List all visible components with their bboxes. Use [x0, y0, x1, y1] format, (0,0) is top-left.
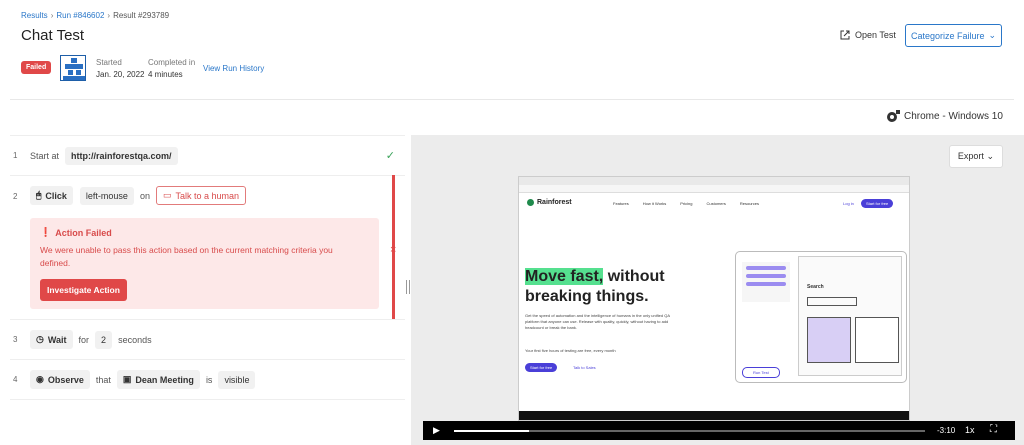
site-nav: Features How it Works Pricing Customers Reso… [613, 201, 759, 206]
divider [10, 99, 1014, 100]
observe-element: ▣ Dean Meeting [116, 370, 200, 389]
video-controls: ▶ -3:10 1x ⛶ [423, 421, 1015, 440]
step-row[interactable]: 2 🖱 Click left-mouse on ▭ Talk to a human … [10, 176, 405, 320]
left-mouse-value: left-mouse [79, 186, 134, 205]
alert-icon: ❗ [40, 227, 52, 237]
wait-value: 2 [95, 330, 113, 349]
fullscreen-icon[interactable]: ⛶ [990, 424, 997, 435]
chevron-down-icon: ⌄ [986, 151, 994, 161]
view-run-history-link[interactable]: View Run History [203, 64, 264, 73]
failure-title: ❗ Action Failed [40, 227, 112, 238]
video-progress-fill [454, 430, 530, 432]
investigate-action-button[interactable]: Investigate Action [40, 279, 127, 301]
failed-step-indicator [392, 175, 395, 319]
play-icon[interactable]: ▶ [433, 425, 440, 436]
site-illustration: Search Run Test [735, 251, 907, 383]
browser-tabs [519, 177, 909, 185]
eye-icon: ◉ [36, 374, 44, 384]
step-row[interactable]: 4 ◉ Observe that ▣ Dean Meeting is visible [10, 360, 405, 400]
completed: Completed in 4 minutes [148, 58, 196, 79]
browser-label: Chrome - Windows 10 [886, 110, 1003, 123]
header: Results › Run #846602 › Result #293789 Chat … [0, 0, 1024, 122]
chrome-icon [887, 110, 900, 122]
video-progress-bar[interactable] [454, 430, 925, 432]
click-action: 🖱 Click [30, 186, 73, 205]
avatar [60, 55, 86, 81]
image-icon: ▭ [162, 190, 172, 200]
step-row[interactable]: 1 Start at http://rainforestqa.com/ ✓ [10, 136, 405, 176]
taskbar [519, 411, 909, 420]
open-test-button[interactable]: Open Test [840, 30, 896, 40]
visible-state: visible [218, 370, 256, 389]
export-button[interactable]: Export ⌄ [948, 145, 1003, 168]
page-title: Chat Test [21, 27, 85, 44]
wait-action: ◷ Wait [30, 330, 73, 349]
failure-message: We were unable to pass this action based… [40, 245, 333, 268]
clock-icon: ◷ [36, 334, 44, 344]
time-remaining: -3:10 [937, 426, 956, 435]
external-link-icon [840, 30, 850, 40]
observe-action: ◉ Observe [30, 370, 90, 389]
playback-speed[interactable]: 1x [965, 425, 975, 435]
browser-address-bar [519, 185, 909, 193]
breadcrumb: Results › Run #846602 › Result #293789 [21, 11, 170, 20]
breadcrumb-run[interactable]: Run #846602 [56, 11, 104, 20]
breadcrumb-result: Result #293789 [113, 11, 170, 20]
screenshot-frame: Rainforest Features How it Works Pricing Cu… [518, 176, 910, 421]
failure-box: ❗ Action Failed We were unable to pass th… [30, 218, 379, 309]
steps-panel: 1 Start at http://rainforestqa.com/ ✓ 2 … [10, 135, 405, 445]
url-value: http://rainforestqa.com/ [65, 146, 178, 165]
target-element[interactable]: ▭ Talk to a human [155, 186, 247, 205]
mouse-icon: 🖱 [36, 190, 42, 200]
resize-handle[interactable] [406, 280, 410, 294]
image-icon: ▣ [122, 374, 132, 384]
chevron-down-icon: ⌄ [988, 30, 997, 40]
categorize-failure-button[interactable]: Categorize Failure ⌄ [905, 24, 1002, 47]
site-logo: Rainforest [527, 199, 572, 206]
site-headline: Move fast, without breaking things. [525, 268, 665, 305]
step-row[interactable]: 3 ◷ Wait for 2 seconds [10, 320, 405, 360]
breadcrumb-results[interactable]: Results [21, 11, 48, 20]
check-icon: ✓ [385, 150, 395, 162]
status-badge: Failed [21, 61, 52, 74]
started: Started Jan. 20, 2022 [96, 58, 145, 79]
